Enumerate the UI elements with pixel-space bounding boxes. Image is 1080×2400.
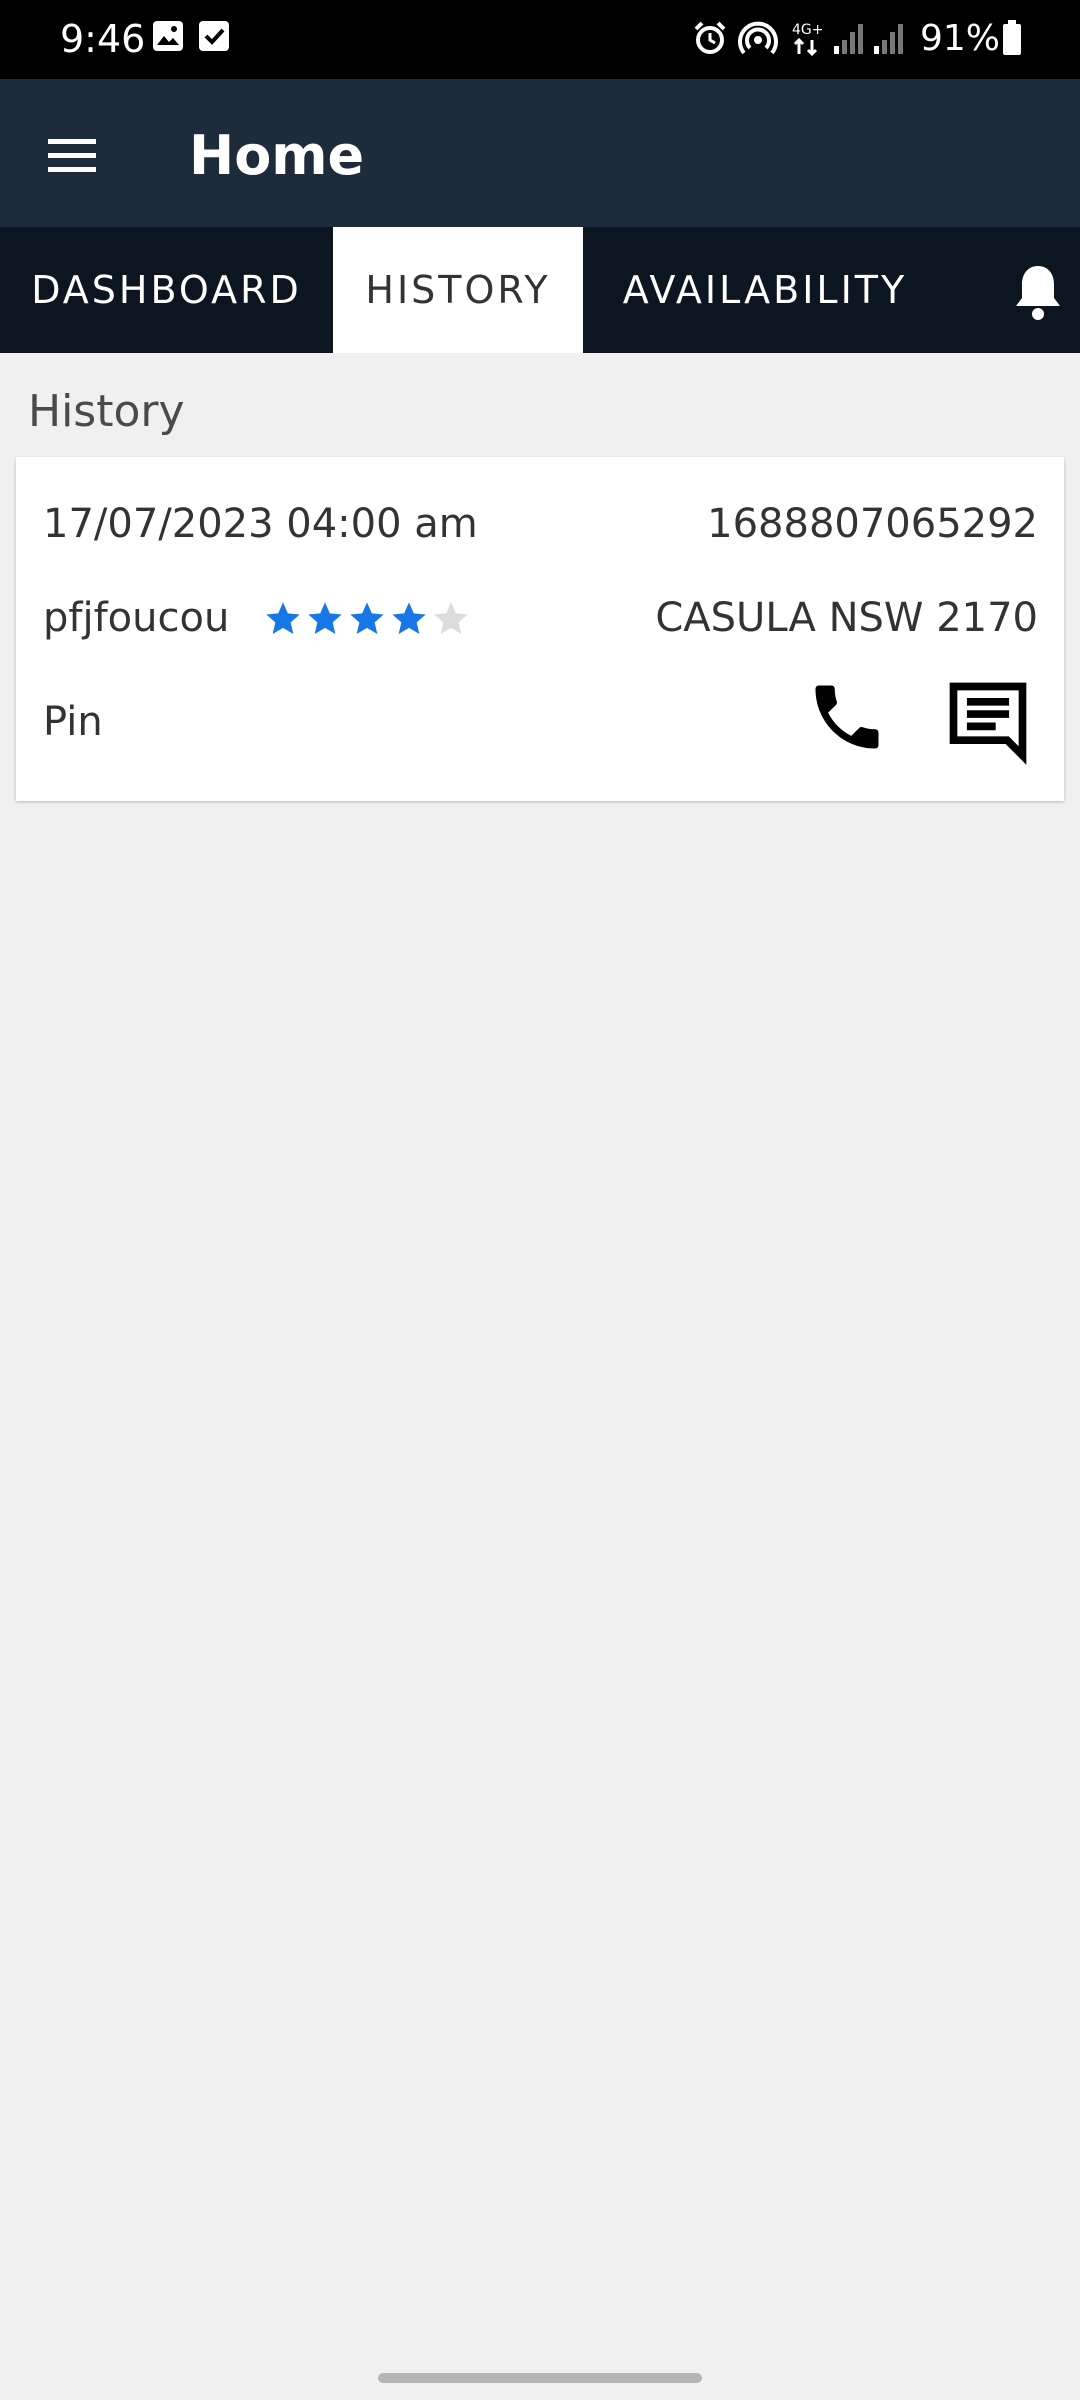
status-bar: 9:46 4G+ 91%: [0, 0, 1080, 79]
battery-percentage: 91%: [920, 18, 1001, 59]
star-filled-icon: [350, 602, 384, 634]
tab-dashboard[interactable]: DASHBOARD: [0, 227, 333, 353]
menu-icon: [48, 139, 96, 144]
alarm-icon: [694, 21, 726, 54]
signal-icon-2: [874, 24, 903, 54]
status-time: 9:46: [60, 17, 146, 61]
tab-history[interactable]: HISTORY: [333, 227, 583, 353]
star-empty-icon: [434, 602, 468, 634]
rating-stars: [263, 599, 471, 639]
page-title: Home: [189, 124, 365, 187]
section-title: History: [28, 386, 185, 437]
history-datetime: 17/07/2023 04:00 am: [43, 501, 478, 547]
history-pin: Pin: [43, 699, 103, 745]
network-4g-icon: 4G+: [792, 22, 824, 57]
image-notification-icon: [153, 21, 183, 51]
tab-availability[interactable]: AVAILABILITY: [583, 227, 947, 353]
message-icon[interactable]: [940, 675, 1036, 767]
history-name: pfjfoucou: [43, 595, 230, 641]
history-location: CASULA NSW 2170: [655, 595, 1038, 641]
history-id: 1688807065292: [707, 501, 1038, 547]
history-card[interactable]: 17/07/2023 04:00 am 1688807065292 pfjfou…: [16, 457, 1064, 801]
task-notification-icon: [199, 21, 229, 51]
star-filled-icon: [308, 602, 342, 634]
star-filled-icon: [266, 602, 300, 634]
home-indicator[interactable]: [378, 2373, 702, 2383]
battery-icon: [1003, 20, 1021, 55]
hotspot-icon: [738, 21, 778, 55]
tab-bar: DASHBOARD HISTORY AVAILABILITY: [0, 227, 1080, 353]
menu-button[interactable]: [36, 119, 108, 191]
bell-icon[interactable]: [1010, 262, 1066, 322]
svg-text:4G+: 4G+: [792, 22, 824, 38]
star-filled-icon: [392, 602, 426, 634]
app-bar: Home: [0, 79, 1080, 227]
signal-icon: [834, 24, 863, 54]
phone-icon[interactable]: [802, 675, 892, 759]
